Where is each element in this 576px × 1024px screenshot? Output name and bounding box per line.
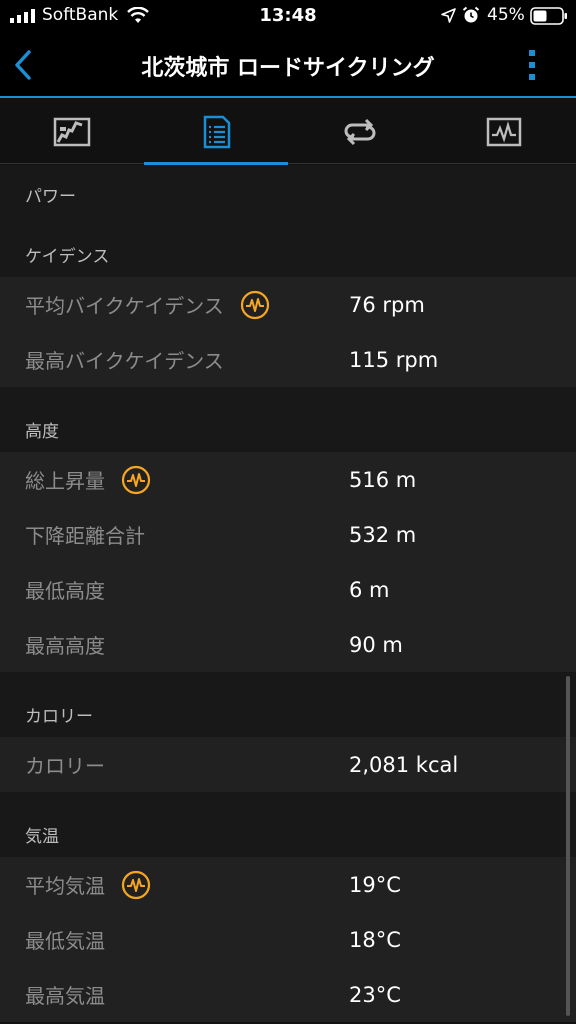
battery-percent: 45% — [487, 5, 525, 25]
row-value: 23°C — [349, 982, 401, 1007]
alarm-clock-icon — [462, 6, 480, 23]
navigation-bar: 北茨城市 ロードサイクリング — [0, 32, 576, 98]
scrollbar[interactable] — [566, 676, 570, 1016]
tab-bar — [0, 100, 576, 165]
section-title: カロリー — [25, 707, 93, 727]
activity-details-list[interactable]: パワー ケイデンス 平均バイクケイデンス 76 rpm 最高バイクケイデンス 1… — [0, 165, 576, 1022]
row-value: 19°C — [349, 872, 401, 897]
row-label: 平均バイクケイデンス — [25, 294, 224, 318]
heart-rate-chart-badge-icon[interactable] — [121, 465, 151, 495]
list-details-icon — [203, 115, 231, 149]
row-label: 下降距離合計 — [25, 524, 145, 548]
row-label: 総上昇量 — [25, 469, 105, 493]
section-header-power: パワー — [0, 165, 576, 217]
tab-details[interactable] — [144, 100, 288, 165]
status-bar: SoftBank 13:48 45% — [0, 0, 576, 32]
heart-rate-chart-badge-icon[interactable] — [121, 870, 151, 900]
heart-rate-chart-badge-icon[interactable] — [240, 290, 270, 320]
row-value: 76 rpm — [349, 292, 425, 317]
row-value: 90 m — [349, 632, 403, 657]
row-value: 115 rpm — [349, 347, 439, 372]
section-header-temperature: 気温 — [0, 792, 576, 857]
row-label: カロリー — [25, 754, 105, 778]
row-label: 最低高度 — [25, 579, 105, 603]
section-header-calories: カロリー — [0, 672, 576, 737]
row-total-descent: 下降距離合計 532 m — [0, 507, 576, 562]
row-value: 532 m — [349, 522, 417, 547]
row-value: 2,081 kcal — [349, 752, 459, 777]
section-title: 高度 — [25, 422, 59, 442]
chart-icon — [486, 117, 522, 147]
section-title: 気温 — [25, 827, 59, 847]
page-title: 北茨城市 ロードサイクリング — [141, 56, 435, 81]
row-max-elevation: 最高高度 90 m — [0, 617, 576, 672]
row-label: 最高バイクケイデンス — [25, 349, 224, 373]
tab-map[interactable] — [0, 100, 144, 164]
row-min-elevation: 最低高度 6 m — [0, 562, 576, 617]
row-total-ascent[interactable]: 総上昇量 516 m — [0, 452, 576, 507]
row-label: 最高気温 — [25, 984, 105, 1008]
tab-charts[interactable] — [432, 100, 576, 164]
row-max-bike-cadence: 最高バイクケイデンス 115 rpm — [0, 332, 576, 387]
row-avg-temperature[interactable]: 平均気温 19°C — [0, 857, 576, 912]
row-label: 最低気温 — [25, 929, 105, 953]
row-value: 516 m — [349, 467, 417, 492]
row-label: 平均気温 — [25, 874, 105, 898]
back-chevron-icon[interactable] — [8, 46, 38, 84]
section-header-elevation: 高度 — [0, 387, 576, 452]
row-avg-bike-cadence[interactable]: 平均バイクケイデンス 76 rpm — [0, 277, 576, 332]
row-value: 6 m — [349, 577, 390, 602]
map-icon — [53, 117, 91, 147]
loop-icon — [344, 118, 376, 146]
row-value: 18°C — [349, 927, 401, 952]
battery-icon — [530, 7, 567, 25]
row-calories: カロリー 2,081 kcal — [0, 737, 576, 792]
section-title: パワー — [25, 187, 76, 207]
section-header-cadence: ケイデンス — [0, 221, 576, 277]
row-max-temperature: 最高気温 23°C — [0, 967, 576, 1022]
row-min-temperature: 最低気温 18°C — [0, 912, 576, 967]
section-title: ケイデンス — [25, 247, 110, 267]
row-label: 最高高度 — [25, 634, 105, 658]
tab-laps[interactable] — [288, 100, 432, 164]
more-options-icon[interactable] — [522, 46, 542, 84]
location-arrow-icon — [441, 8, 456, 23]
